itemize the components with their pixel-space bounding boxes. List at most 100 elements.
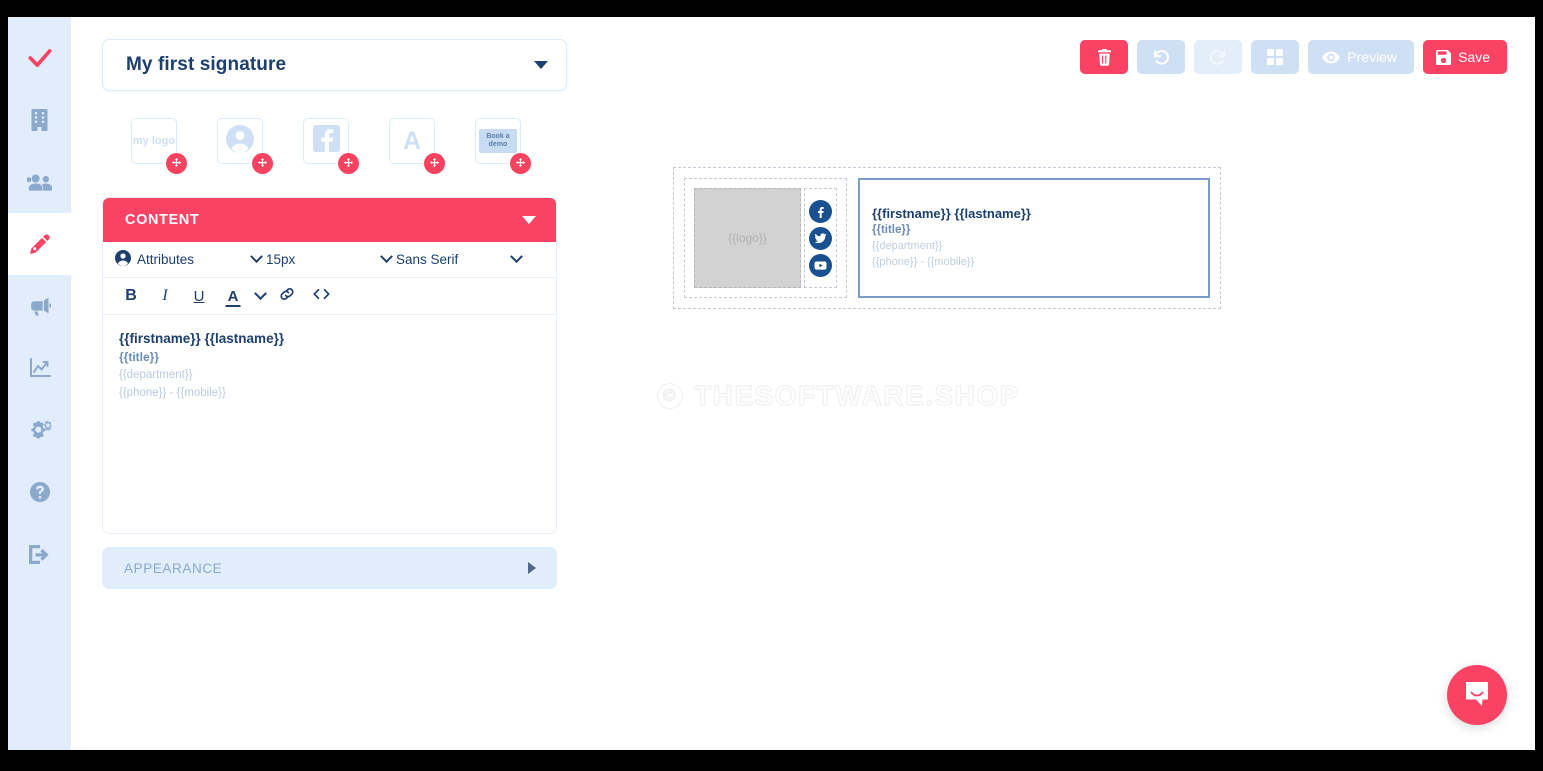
watermark: © THESOFTWARE.SHOP — [657, 379, 1020, 412]
building-icon — [30, 109, 49, 131]
eye-icon — [1322, 51, 1341, 64]
element-logo-label: my logo — [132, 135, 176, 147]
watermark-text: THESOFTWARE.SHOP — [693, 379, 1020, 411]
content-card: CONTENT Attributes 15px Sans Serif B I U… — [102, 197, 557, 534]
source-code-button[interactable] — [304, 281, 338, 311]
font-size-value: 15px — [266, 252, 296, 267]
chevron-down-icon — [253, 286, 267, 300]
draggable-elements: my logo A Book a demo — [131, 118, 567, 174]
element-avatar[interactable] — [217, 118, 273, 174]
save-button-label: Save — [1458, 49, 1490, 65]
sidebar-item-logout[interactable] — [8, 523, 71, 585]
chat-widget-button[interactable] — [1447, 665, 1507, 725]
text-color-button[interactable]: A — [216, 281, 250, 311]
undo-button[interactable] — [1137, 40, 1186, 74]
preview-logo-placeholder[interactable]: {{logo}} — [694, 188, 801, 288]
twitter-icon[interactable] — [809, 226, 832, 250]
font-family-value: Sans Serif — [396, 252, 459, 267]
drag-handle-icon[interactable] — [252, 153, 273, 174]
attributes-dropdown[interactable]: Attributes — [115, 250, 263, 269]
appearance-card-header[interactable]: APPEARANCE — [102, 547, 557, 589]
chevron-right-icon — [528, 562, 536, 574]
drag-handle-icon[interactable] — [510, 153, 531, 174]
editor-toolbar-row-format: B I U A — [103, 278, 556, 315]
facebook-icon[interactable] — [809, 199, 832, 223]
content-card-header[interactable]: CONTENT — [103, 198, 556, 242]
chevron-down-icon — [534, 61, 548, 69]
preview-line-phone: {{phone}} - {{mobile}} — [872, 256, 975, 268]
save-button[interactable]: Save — [1423, 40, 1507, 74]
element-facebook[interactable] — [303, 118, 359, 174]
appearance-card-title: APPEARANCE — [124, 560, 223, 576]
drag-handle-icon[interactable] — [424, 153, 445, 174]
attributes-dropdown-label: Attributes — [137, 252, 195, 267]
element-cta-button[interactable]: Book a demo — [475, 118, 531, 174]
content-card-title: CONTENT — [125, 212, 200, 228]
bold-button[interactable]: B — [114, 281, 148, 311]
editor-toolbar-row-selects: Attributes 15px Sans Serif — [103, 242, 556, 278]
layout-grid-button[interactable] — [1251, 40, 1300, 74]
editor-line-phone: {{phone}} - {{mobile}} — [119, 387, 226, 399]
sidebar-item-brand-check[interactable] — [8, 27, 71, 89]
sidebar-item-signatures[interactable] — [8, 213, 71, 275]
element-cta-button-label: Book a demo — [479, 129, 517, 153]
signature-selector[interactable]: My first signature — [102, 39, 567, 91]
facebook-icon — [312, 125, 340, 157]
gears-icon — [28, 419, 52, 441]
sign-out-icon — [28, 544, 51, 565]
main-area: Preview Save My first signature my logo — [71, 17, 1535, 750]
editor-line-department: {{department}} — [119, 369, 193, 381]
chart-icon — [29, 358, 51, 378]
insert-link-button[interactable] — [270, 281, 304, 311]
sidebar-item-settings[interactable] — [8, 399, 71, 461]
font-size-dropdown[interactable]: 15px — [261, 250, 393, 267]
sidebar-item-campaigns[interactable] — [8, 275, 71, 337]
user-photo-icon — [226, 124, 254, 158]
delete-button[interactable] — [1080, 40, 1129, 74]
trash-icon — [1097, 48, 1112, 66]
youtube-icon[interactable] — [809, 253, 832, 277]
check-icon — [27, 45, 53, 71]
toolbar-actions: Preview Save — [1080, 40, 1507, 74]
save-disk-icon — [1436, 49, 1452, 65]
editor-line-title: {{title}} — [119, 350, 160, 364]
link-icon — [279, 286, 295, 306]
drag-handle-icon[interactable] — [166, 153, 187, 174]
chat-bubble-icon — [1463, 679, 1491, 712]
sidebar-item-users[interactable] — [8, 151, 71, 213]
signature-selector-value: My first signature — [126, 54, 287, 75]
copyright-icon: © — [657, 383, 683, 409]
font-family-dropdown[interactable]: Sans Serif — [391, 250, 523, 267]
element-text[interactable]: A — [389, 118, 445, 174]
preview-text-block[interactable]: {{firstname}} {{lastname}} {{title}} {{d… — [858, 178, 1210, 298]
grid-icon — [1267, 49, 1284, 65]
text-color-dropdown[interactable] — [250, 281, 270, 311]
redo-button[interactable] — [1194, 40, 1243, 74]
preview-button[interactable]: Preview — [1308, 40, 1415, 74]
preview-line-title: {{title}} — [872, 224, 911, 236]
preview-line-department: {{department}} — [872, 240, 943, 252]
drag-handle-icon[interactable] — [338, 153, 359, 174]
megaphone-icon — [28, 296, 51, 316]
undo-icon — [1152, 48, 1170, 66]
underline-button[interactable]: U — [182, 281, 216, 311]
editor-line-name: {{firstname}} {{lastname}} — [119, 331, 285, 346]
question-circle-icon — [29, 481, 51, 503]
sidebar-item-company[interactable] — [8, 89, 71, 151]
chevron-down-icon — [510, 250, 523, 264]
preview-button-label: Preview — [1347, 49, 1398, 65]
redo-icon — [1209, 48, 1227, 66]
code-icon — [312, 287, 330, 305]
element-logo[interactable]: my logo — [131, 118, 187, 174]
italic-button[interactable]: I — [148, 281, 182, 311]
sidebar-item-help[interactable] — [8, 461, 71, 523]
chevron-down-icon — [522, 216, 536, 224]
preview-social-block[interactable] — [804, 188, 837, 288]
signature-editor[interactable]: {{firstname}} {{lastname}} {{title}} {{d… — [103, 315, 556, 533]
sidebar-item-analytics[interactable] — [8, 337, 71, 399]
editor-panel: My first signature my logo A Book a demo… — [102, 39, 567, 589]
sidebar — [8, 17, 71, 750]
app-window: Preview Save My first signature my logo — [8, 17, 1535, 750]
preview-logo-block[interactable]: {{logo}} — [684, 178, 847, 298]
users-icon — [27, 173, 52, 192]
